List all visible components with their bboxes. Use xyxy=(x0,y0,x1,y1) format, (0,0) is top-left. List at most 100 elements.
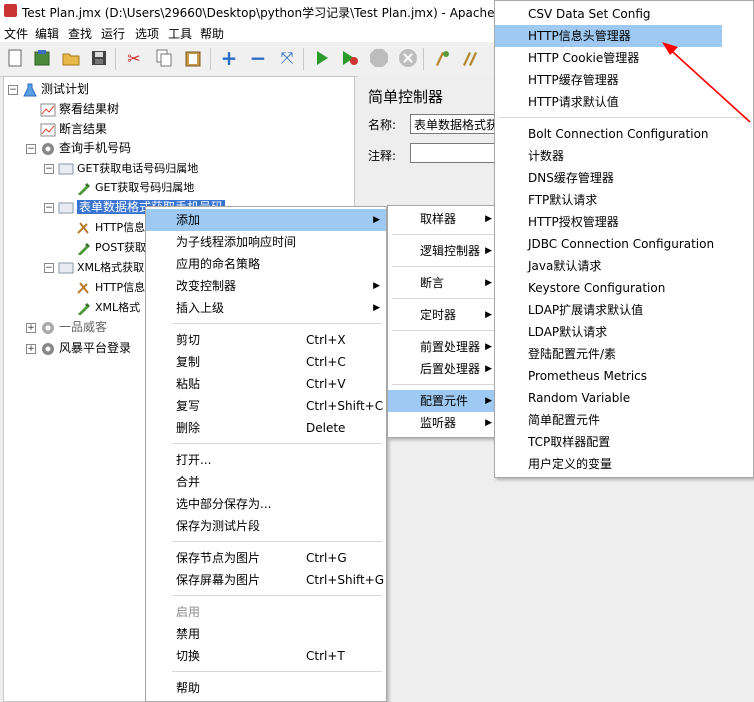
menu-item-paste[interactable]: 粘贴 Ctrl+V xyxy=(146,373,386,395)
menu-item-ldap-request-defaults[interactable]: LDAP默认请求 xyxy=(495,321,753,343)
menu-item-simple-config[interactable]: 简单配置元件 xyxy=(495,409,753,431)
panel-heading: 简单控制器 xyxy=(368,88,444,106)
expand-toggle[interactable]: + xyxy=(26,344,36,354)
menu-item-csv-data-set-config[interactable]: CSV Data Set Config xyxy=(495,3,753,25)
menu-help[interactable]: 帮助 xyxy=(200,25,224,42)
menu-item-prometheus-metrics[interactable]: Prometheus Metrics xyxy=(495,365,753,387)
submenu-arrow-icon: ▶ xyxy=(373,281,380,291)
pipette-icon xyxy=(76,301,92,316)
menu-item-bolt-connection[interactable]: Bolt Connection Configuration xyxy=(495,123,753,145)
toggle-icon[interactable]: ⤧ xyxy=(277,48,297,68)
menu-separator xyxy=(172,443,382,444)
cut-icon[interactable]: ✂ xyxy=(124,48,144,68)
clear-icon[interactable] xyxy=(432,48,452,68)
graph-icon xyxy=(40,103,56,117)
gear-icon xyxy=(40,321,56,335)
jmeter-app-icon xyxy=(4,4,17,17)
menu-item-change-controller[interactable]: 改变控制器 ▶ xyxy=(146,275,386,297)
menu-item-timer[interactable]: 定时器 ▶ xyxy=(388,304,498,326)
menu-item-config-element[interactable]: 配置元件 ▶ xyxy=(388,390,498,412)
templates-icon[interactable] xyxy=(32,48,52,68)
stop-icon[interactable] xyxy=(369,48,389,68)
menu-item-java-request-defaults[interactable]: Java默认请求 xyxy=(495,255,753,277)
menu-item-pre-processor[interactable]: 前置处理器 ▶ xyxy=(388,336,498,358)
menu-run[interactable]: 运行 xyxy=(101,25,125,42)
menu-search[interactable]: 查找 xyxy=(68,25,92,42)
start-no-pauses-icon[interactable] xyxy=(340,48,360,68)
menu-item-ldap-extended-defaults[interactable]: LDAP扩展请求默认值 xyxy=(495,299,753,321)
menu-item-enable: 启用 xyxy=(176,605,201,619)
expand-all-icon[interactable]: + xyxy=(219,46,239,70)
tree-node-thread-group-phone[interactable]: 查询手机号码 xyxy=(40,139,131,157)
menu-item-keystore-configuration[interactable]: Keystore Configuration xyxy=(495,277,753,299)
tree-node-xml-format[interactable]: XML格式获取 xyxy=(58,258,144,276)
menu-item-sampler[interactable]: 取样器 ▶ xyxy=(388,208,498,230)
menu-item-cut[interactable]: 剪切 Ctrl+X xyxy=(146,329,386,351)
collapse-toggle[interactable]: − xyxy=(44,203,54,213)
menu-separator xyxy=(392,384,494,385)
menu-item-logic-controller[interactable]: 逻辑控制器 ▶ xyxy=(388,240,498,262)
menu-item-help[interactable]: 帮助 xyxy=(146,677,386,699)
menu-item-assertion[interactable]: 断言 ▶ xyxy=(388,272,498,294)
collapse-toggle[interactable]: − xyxy=(44,263,54,273)
clear-all-icon[interactable] xyxy=(460,48,480,68)
menu-item-delete[interactable]: 删除 Delete xyxy=(146,417,386,439)
menu-item-open[interactable]: 打开... xyxy=(146,449,386,471)
new-icon[interactable] xyxy=(5,48,25,68)
collapse-toggle[interactable]: − xyxy=(44,164,54,174)
menu-item-copy[interactable]: 复制 Ctrl+C xyxy=(146,351,386,373)
tree-node-view-results-tree[interactable]: 察看结果树 xyxy=(40,100,119,118)
expand-toggle[interactable]: + xyxy=(26,323,36,333)
tree-node-storm-login[interactable]: 风暴平台登录 xyxy=(40,339,131,357)
menu-item-toggle[interactable]: 切换 Ctrl+T xyxy=(146,645,386,667)
open-folder-icon[interactable] xyxy=(61,48,81,68)
tree-node-http-info[interactable]: HTTP信息 xyxy=(76,278,145,296)
menu-item-save-selection-as[interactable]: 选中部分保存为... xyxy=(146,493,386,515)
menu-item-save-as-test-fragment[interactable]: 保存为测试片段 xyxy=(146,515,386,537)
save-icon[interactable] xyxy=(89,48,109,68)
menu-item-tcp-sampler-config[interactable]: TCP取样器配置 xyxy=(495,431,753,453)
paste-icon[interactable] xyxy=(183,48,203,68)
collapse-toggle[interactable]: − xyxy=(8,85,18,95)
menu-file[interactable]: 文件 xyxy=(4,25,28,42)
menu-item-dns-cache-manager[interactable]: DNS缓存管理器 xyxy=(495,167,753,189)
menu-edit[interactable]: 编辑 xyxy=(35,25,59,42)
copy-icon[interactable] xyxy=(154,48,174,68)
menu-item-random-variable[interactable]: Random Variable xyxy=(495,387,753,409)
collapse-all-icon[interactable]: − xyxy=(248,46,268,70)
menu-item-login-config[interactable]: 登陆配置元件/素 xyxy=(495,343,753,365)
menu-item-merge[interactable]: 合并 xyxy=(146,471,386,493)
menu-item-jdbc-connection[interactable]: JDBC Connection Configuration xyxy=(495,233,753,255)
tree-node-test-plan[interactable]: 测试计划 xyxy=(22,80,89,98)
menu-item-post-processor[interactable]: 后置处理器 ▶ xyxy=(388,358,498,380)
menu-item-disable[interactable]: 禁用 xyxy=(146,623,386,645)
menu-item-add-response-time[interactable]: 为子线程添加响应时间 xyxy=(146,231,386,253)
menu-separator xyxy=(172,541,382,542)
menu-item-save-node-image[interactable]: 保存节点为图片 Ctrl+G xyxy=(146,547,386,569)
menu-item-duplicate[interactable]: 复写 Ctrl+Shift+C xyxy=(146,395,386,417)
shutdown-icon[interactable] xyxy=(398,48,418,68)
tree-node-post-sampler[interactable]: POST获取 xyxy=(76,238,146,256)
menu-item-naming-policy[interactable]: 应用的命名策略 xyxy=(146,253,386,275)
menu-item-save-screen-image[interactable]: 保存屏幕为图片 Ctrl+Shift+G xyxy=(146,569,386,591)
menu-item-insert-parent[interactable]: 插入上级 ▶ xyxy=(146,297,386,319)
menu-item-user-defined-variables[interactable]: 用户定义的变量 xyxy=(495,453,753,475)
tree-node-get-phone-area[interactable]: GET获取电话号码归属地 xyxy=(58,159,198,177)
menu-separator xyxy=(392,298,494,299)
submenu-arrow-icon: ▶ xyxy=(485,310,492,320)
collapse-toggle[interactable]: − xyxy=(26,144,36,154)
tree-node-assertion-results[interactable]: 断言结果 xyxy=(40,120,107,138)
tree-node-yipin-weike[interactable]: 一品威客 xyxy=(40,318,107,336)
menu-options[interactable]: 选项 xyxy=(135,25,159,42)
menu-item-listener[interactable]: 监听器 ▶ xyxy=(388,412,498,434)
menu-item-http-auth-manager[interactable]: HTTP授权管理器 xyxy=(495,211,753,233)
menu-item-add[interactable]: 添加 ▶ xyxy=(146,209,386,231)
toolbar-separator xyxy=(115,48,116,70)
menu-item-ftp-request-defaults[interactable]: FTP默认请求 xyxy=(495,189,753,211)
start-icon[interactable] xyxy=(312,48,332,68)
menu-item-counter[interactable]: 计数器 xyxy=(495,145,753,167)
tree-node-xml-sampler[interactable]: XML格式 xyxy=(76,298,140,316)
context-menu: 添加 ▶ 为子线程添加响应时间 应用的命名策略 改变控制器 ▶ 插入上级 ▶ 剪切 Ct… xyxy=(145,206,387,702)
menu-tools[interactable]: 工具 xyxy=(168,25,192,42)
tree-node-get-number-area[interactable]: GET获取号码归属地 xyxy=(76,178,194,196)
